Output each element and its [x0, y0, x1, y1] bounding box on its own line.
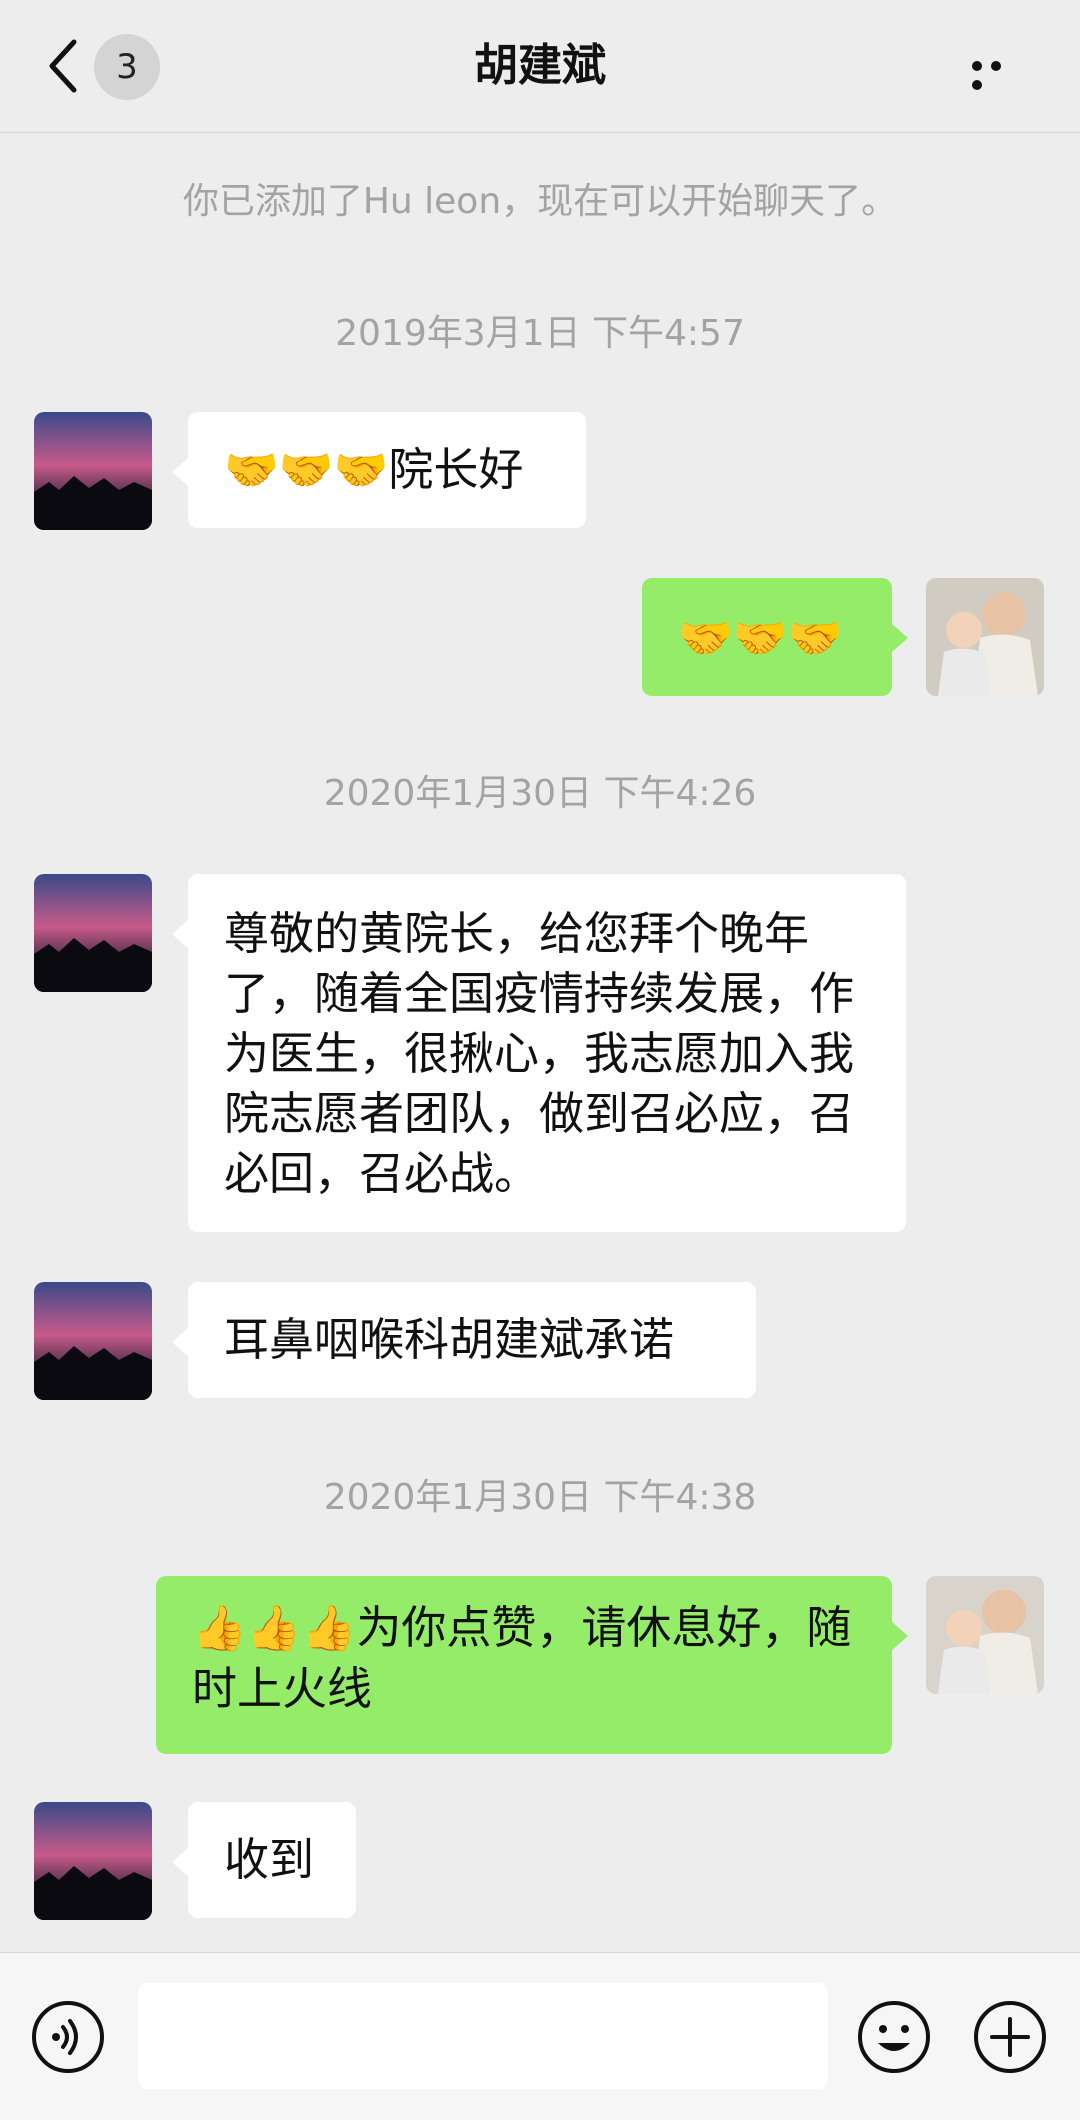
chat-header: 3 胡建斌 — [0, 0, 1080, 133]
message-text: 尊敬的黄院长，给您拜个晚年了，随着全国疫情持续发展，作为医生，很揪心，我志愿加入… — [224, 907, 855, 1200]
message-text: 院长好 — [388, 443, 524, 496]
unread-count-badge[interactable]: 3 — [94, 34, 160, 100]
my-avatar[interactable] — [926, 1576, 1044, 1694]
message-text: 收到 — [224, 1833, 315, 1886]
voice-icon[interactable] — [30, 1999, 106, 2075]
message-text: 耳鼻咽喉科胡建斌承诺 — [224, 1313, 675, 1366]
contact-avatar[interactable] — [34, 1282, 152, 1400]
timestamp: 2020年1月30日 下午4:26 — [323, 773, 757, 814]
timestamp: 2020年1月30日 下午4:38 — [323, 1477, 757, 1518]
plus-icon[interactable] — [972, 1999, 1048, 2075]
message-input[interactable] — [138, 1983, 828, 2089]
contact-avatar[interactable] — [34, 874, 152, 992]
message-bubble-outgoing[interactable]: 👍👍👍为你点赞，请休息好，随时上火线 — [156, 1576, 908, 1754]
handshake-emoji: 🤝🤝🤝 — [224, 445, 389, 496]
message-bubble-incoming[interactable]: 🤝🤝🤝院长好 — [172, 412, 586, 528]
my-avatar[interactable] — [926, 578, 1044, 696]
system-notice: 你已添加了Hu leon，现在可以开始聊天了。 — [182, 181, 898, 222]
thumbs-up-emoji: 👍👍👍 — [192, 1603, 357, 1654]
contact-avatar[interactable] — [34, 412, 152, 530]
more-dots-icon[interactable] — [972, 56, 1028, 90]
handshake-emoji: 🤝🤝🤝 — [678, 613, 843, 664]
input-bar — [0, 1952, 1080, 2120]
chevron-left-icon[interactable] — [44, 36, 84, 96]
chat-title: 胡建斌 — [474, 40, 606, 91]
contact-avatar[interactable] — [34, 1802, 152, 1920]
message-bubble-outgoing[interactable]: 🤝🤝🤝 — [642, 578, 908, 696]
emoji-icon[interactable] — [856, 1999, 932, 2075]
message-bubble-incoming[interactable]: 耳鼻咽喉科胡建斌承诺 — [172, 1282, 756, 1398]
timestamp: 2019年3月1日 下午4:57 — [335, 313, 745, 354]
message-bubble-incoming[interactable]: 收到 — [172, 1802, 356, 1918]
message-bubble-incoming[interactable]: 尊敬的黄院长，给您拜个晚年了，随着全国疫情持续发展，作为医生，很揪心，我志愿加入… — [172, 874, 906, 1232]
